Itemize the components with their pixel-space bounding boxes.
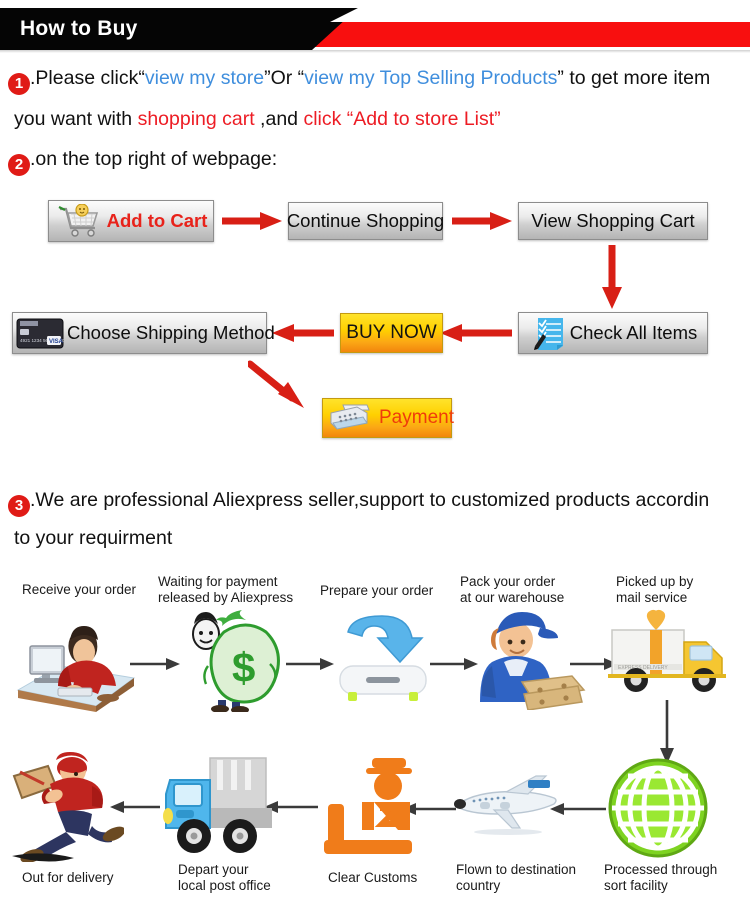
- money-bag-icon: $: [178, 608, 288, 717]
- arrow-checkitems-to-buynow: [440, 324, 512, 342]
- banner-shadow: [0, 50, 750, 53]
- instruction-step-2: 2 .on the top right of webpage:: [8, 147, 277, 176]
- instruction-step-1-line-2: you want with shopping cart ,and click “…: [14, 107, 501, 131]
- step3-line2: to your requirment: [14, 527, 173, 549]
- text-shopping-cart: shopping cart: [137, 108, 255, 130]
- pf-r1c2-l1: Waiting for payment: [158, 574, 278, 589]
- pf-r2c5-l1: Processed through: [604, 862, 718, 877]
- pf-r2c4-l1: Flown to destination: [456, 862, 577, 877]
- pf-r1c5-l2: mail service: [616, 590, 688, 605]
- step1-text-c: ” to get more item: [557, 67, 711, 89]
- step1-text-b: ”Or “: [264, 67, 305, 89]
- add-to-cart-button[interactable]: Add to Cart: [48, 200, 214, 242]
- pf-r2c1-l1: Out for delivery: [22, 870, 114, 885]
- arrow-cart-to-continue: [222, 212, 282, 230]
- svg-text:EXPRESS DELIVERY: EXPRESS DELIVERY: [618, 665, 668, 671]
- process-label-picked-up-by-mail-service: Picked up by mail service: [616, 574, 746, 606]
- continue-shopping-button[interactable]: Continue Shopping: [286, 202, 445, 240]
- instruction-step-1-line-1: 1 .Please click“view my store”Or “view my…: [8, 66, 710, 95]
- arrow-flow-r1-1: [130, 658, 180, 670]
- pf-r2c4-l2: country: [456, 878, 501, 893]
- process-label-flown-to-destination-country: Flown to destination country: [456, 862, 606, 894]
- running-courier-icon: [4, 752, 126, 867]
- step-badge-1: 1: [8, 73, 30, 95]
- page-title: How to Buy: [20, 17, 138, 40]
- pf-r1c4-l2: at our warehouse: [460, 590, 565, 605]
- arrow-continue-to-viewcart: [452, 212, 512, 230]
- view-shopping-cart-label: View Shopping Cart: [531, 210, 695, 231]
- step1-text-a: .Please click“: [30, 67, 145, 89]
- pf-r1c4-l1: Pack your order: [460, 574, 556, 589]
- cash-register-icon: [327, 403, 373, 433]
- link-view-my-store[interactable]: view my store: [145, 67, 264, 89]
- checklist-icon: [533, 316, 567, 350]
- pf-r2c2-l2: local post office: [178, 878, 271, 893]
- process-label-prepare-your-order: Prepare your order: [320, 583, 460, 599]
- step1-line2-a: you want with: [14, 108, 138, 130]
- pf-r1c1-l1: Receive your order: [22, 582, 137, 597]
- step1-line2-b: ,and: [254, 108, 304, 130]
- process-label-receive-your-order: Receive your order: [22, 582, 162, 598]
- svg-text:VISA: VISA: [49, 339, 64, 345]
- process-label-waiting-for-payment: Waiting for payment released by Aliexpre…: [158, 574, 308, 606]
- warehouse-worker-icon: [466, 606, 586, 715]
- pf-r2c3-l1: Clear Customs: [328, 870, 418, 885]
- arrow-flow-r1-2: [286, 658, 334, 670]
- continue-shopping-label: Continue Shopping: [286, 210, 445, 231]
- check-all-items-label: Check All Items: [569, 322, 698, 343]
- pf-r2c5-l2: sort facility: [604, 878, 668, 893]
- buy-now-button[interactable]: BUY NOW: [340, 313, 443, 353]
- process-label-pack-your-order: Pack your order at our warehouse: [460, 574, 600, 606]
- payment-label: Payment: [379, 407, 454, 428]
- text-add-to-store-list: click “Add to store List”: [303, 108, 501, 130]
- process-label-processed-through-sort-facility: Processed through sort facility: [604, 862, 750, 894]
- svg-text:$: $: [232, 644, 255, 691]
- process-label-clear-customs: Clear Customs: [328, 870, 468, 886]
- check-all-items-button[interactable]: Check All Items: [518, 312, 708, 354]
- step3-line1: .We are professional Aliexpress seller,s…: [30, 489, 710, 511]
- instruction-step-3-line-1: 3 .We are professional Aliexpress seller,…: [8, 488, 709, 517]
- step-badge-3: 3: [8, 495, 30, 517]
- credit-card-icon: 4921 1234 5678 9000 VISA: [16, 317, 65, 349]
- process-label-depart-your-local-post-office: Depart your local post office: [178, 862, 328, 894]
- pf-r1c3-l1: Prepare your order: [320, 583, 434, 598]
- step2-text: .on the top right of webpage:: [30, 148, 278, 170]
- link-view-my-top-selling-products[interactable]: view my Top Selling Products: [304, 67, 557, 89]
- payment-button[interactable]: Payment: [322, 398, 454, 438]
- blue-truck-icon: [156, 746, 276, 861]
- pf-r1c2-l2: released by Aliexpress: [158, 590, 294, 605]
- airplane-icon: [450, 770, 560, 841]
- add-to-cart-label: Add to Cart: [106, 210, 208, 231]
- pf-r2c2-l1: Depart your: [178, 862, 249, 877]
- person-at-computer-icon: [12, 612, 142, 717]
- choose-shipping-method-button[interactable]: 4921 1234 5678 9000 VISA Choose Shipping…: [12, 312, 275, 354]
- page-header-banner: How to Buy: [0, 8, 750, 50]
- buy-now-label: BUY NOW: [346, 322, 437, 343]
- process-label-out-for-delivery: Out for delivery: [22, 870, 172, 886]
- blue-download-arrow-icon: [330, 610, 436, 711]
- green-globe-icon: [606, 756, 710, 865]
- choose-shipping-method-label: Choose Shipping Method: [67, 322, 275, 343]
- pf-r1c5-l1: Picked up by: [616, 574, 694, 589]
- shopping-cart-icon: [57, 203, 103, 238]
- customs-officer-icon: [314, 756, 418, 861]
- view-shopping-cart-button[interactable]: View Shopping Cart: [518, 202, 708, 240]
- instruction-step-3-line-2: to your requirment: [14, 526, 172, 550]
- delivery-truck-gift-icon: EXPRESS DELIVERY: [608, 608, 738, 705]
- arrow-buynow-to-shipping: [272, 324, 334, 342]
- arrow-viewcart-to-checkitems: [602, 245, 622, 309]
- step-badge-2: 2: [8, 154, 30, 176]
